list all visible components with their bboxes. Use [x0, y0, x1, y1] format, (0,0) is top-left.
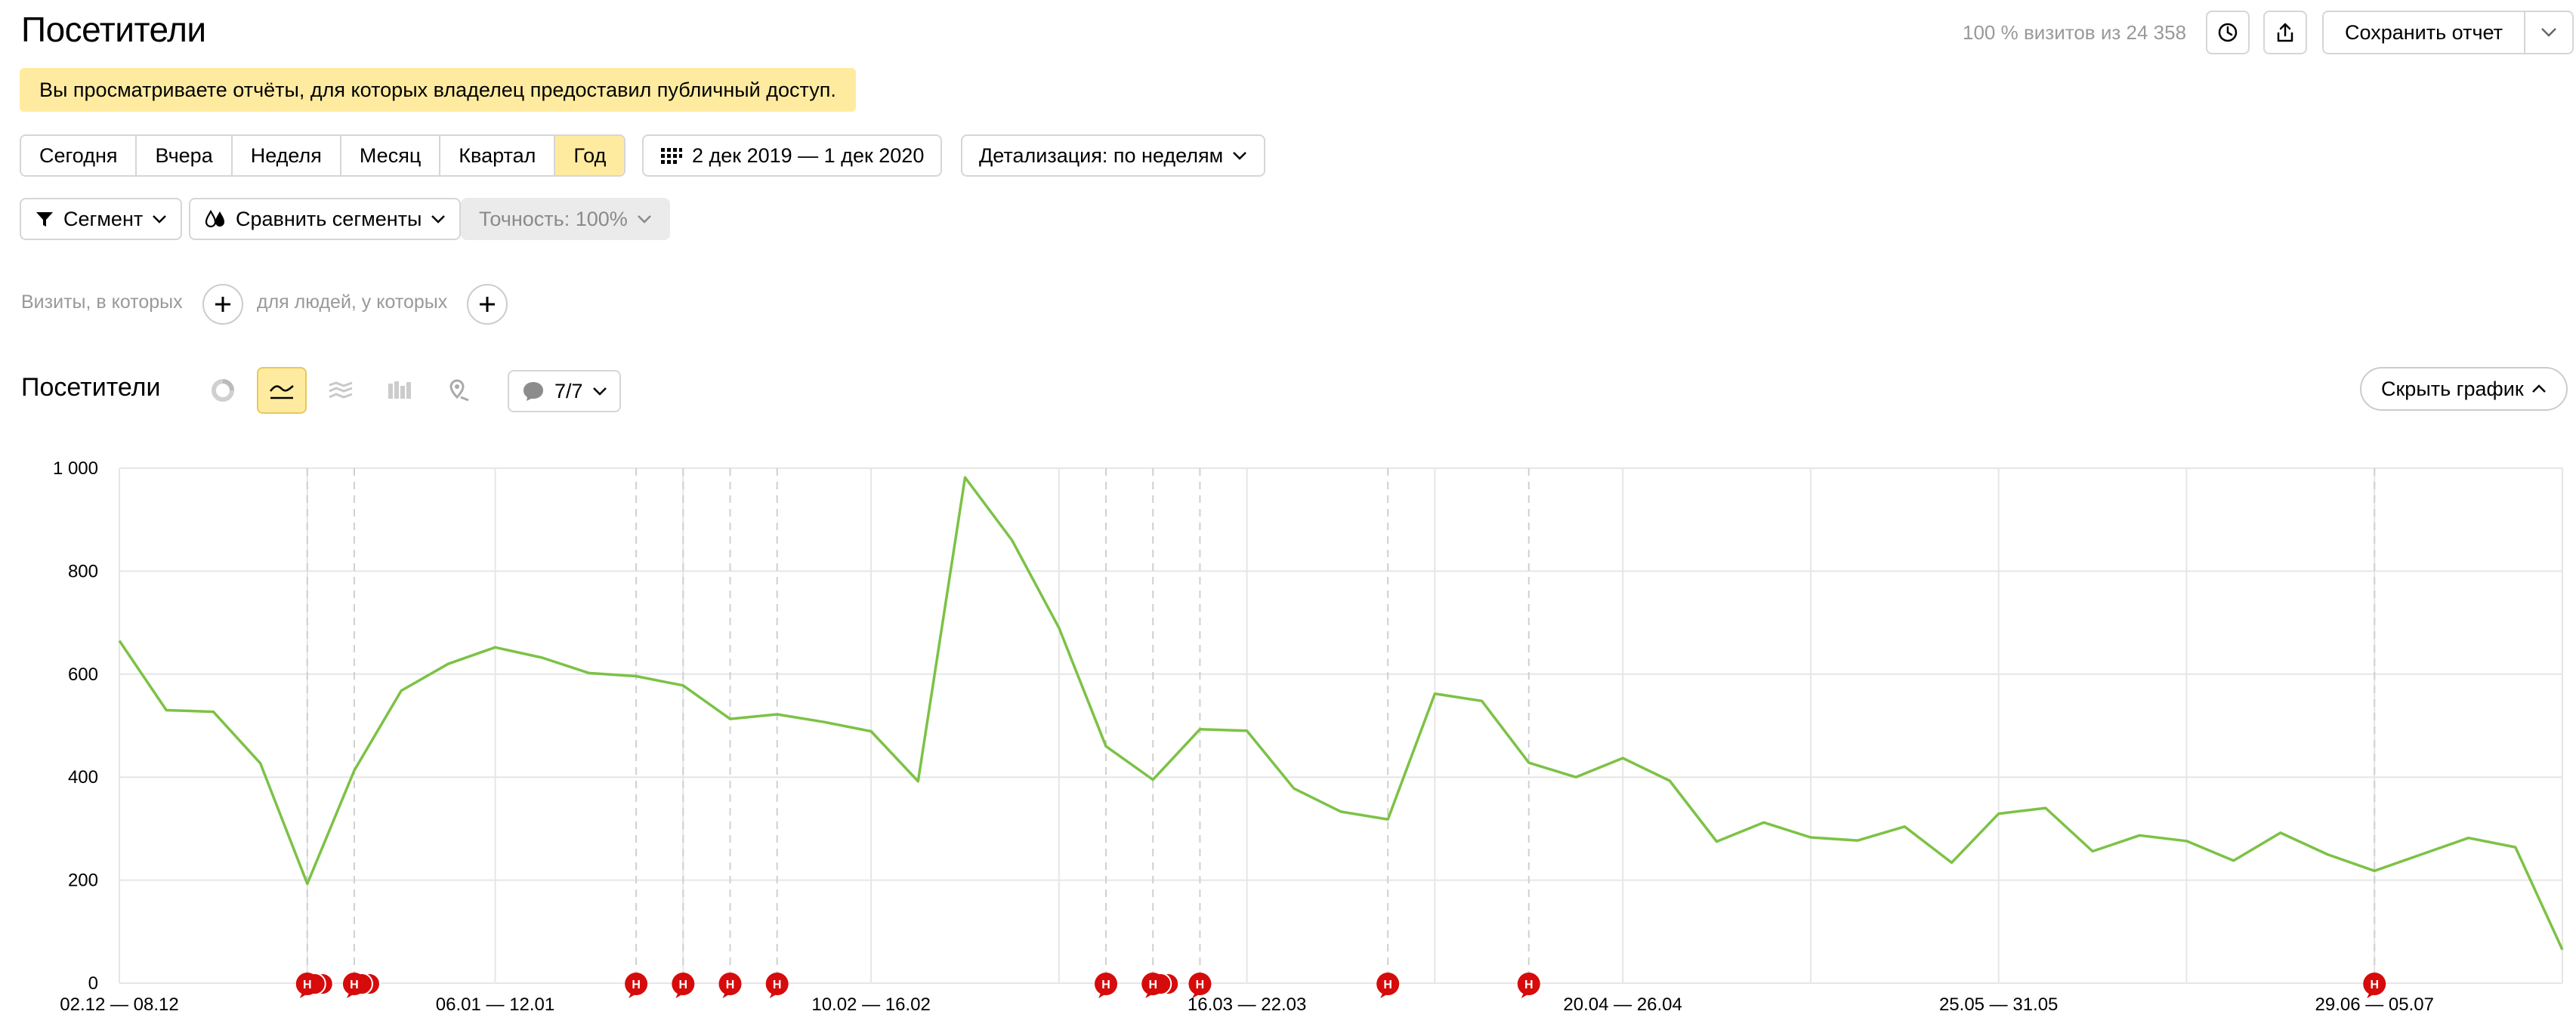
date-range-label: 2 дек 2019 — 1 дек 2020 — [692, 143, 925, 167]
period-quarter-button[interactable]: Квартал — [440, 136, 556, 175]
accuracy-dropdown[interactable]: Точность: 100% — [461, 198, 670, 240]
y-tick-label: 600 — [68, 664, 98, 685]
calendar-grid-icon — [661, 148, 682, 164]
annotations-dropdown[interactable]: 7/7 — [508, 370, 621, 412]
pie-chart-icon — [212, 379, 234, 402]
add-people-condition-button[interactable] — [467, 284, 508, 325]
period-today-button[interactable]: Сегодня — [21, 136, 137, 175]
x-tick-label: 20.04 — 26.04 — [1563, 994, 1682, 1015]
drops-icon — [205, 209, 224, 228]
plus-icon — [480, 297, 495, 312]
history-button[interactable] — [2206, 11, 2250, 54]
x-tick-label: 10.02 — 16.02 — [811, 994, 930, 1015]
add-visit-condition-button[interactable] — [202, 284, 243, 325]
period-year-button[interactable]: Год — [555, 136, 625, 175]
annotation-marker-label: Н — [1148, 979, 1157, 991]
public-access-notice: Вы просматриваете отчёты, для которых вл… — [20, 68, 856, 112]
save-report-group: Сохранить отчет — [2322, 11, 2574, 54]
chevron-down-icon — [637, 215, 651, 224]
accuracy-label: Точность: 100% — [479, 207, 628, 230]
page-title: Посетители — [21, 10, 206, 49]
chart-type-pie[interactable] — [198, 367, 248, 414]
chart-type-area[interactable] — [316, 367, 366, 414]
save-report-button[interactable]: Сохранить отчет — [2324, 12, 2526, 53]
visitors-line-chart: 0 200 400 600 800 1 000 02.12 — 08.12 06.01 — 1… — [53, 458, 2564, 1015]
bar-chart-icon — [388, 381, 411, 399]
visitors-series-line — [118, 476, 2564, 951]
period-week-button[interactable]: Неделя — [232, 136, 341, 175]
period-month-button[interactable]: Месяц — [341, 136, 441, 175]
map-pin-icon — [449, 379, 469, 402]
chevron-down-icon — [2541, 28, 2556, 37]
line-chart-icon — [269, 385, 294, 399]
annotation-marker-label: Н — [303, 979, 312, 991]
y-tick-label: 800 — [68, 561, 98, 581]
annotation-marker-label: Н — [350, 979, 359, 991]
chart-type-map[interactable] — [434, 367, 483, 414]
annotation-marker-label: Н — [1101, 979, 1110, 991]
detail-dropdown[interactable]: Детализация: по неделям — [961, 134, 1266, 177]
date-range-button[interactable]: 2 дек 2019 — 1 дек 2020 — [642, 134, 943, 177]
y-tick-label: 200 — [68, 871, 98, 891]
annotations-count: 7/7 — [554, 379, 583, 402]
filter-icon — [36, 212, 53, 227]
segment-button[interactable]: Сегмент — [20, 198, 183, 240]
chart-section-title: Посетители — [21, 373, 161, 402]
compare-segments-button[interactable]: Сравнить сегменты — [189, 198, 462, 240]
save-report-dropdown[interactable] — [2525, 12, 2572, 53]
visits-summary: 100 % визитов из 24 358 — [1963, 21, 2187, 44]
annotation-marker-label: Н — [1196, 979, 1205, 991]
plus-icon — [215, 297, 230, 312]
comment-icon — [524, 382, 543, 401]
annotation-marker-label: Н — [1524, 979, 1534, 991]
chart-type-bar[interactable] — [375, 367, 425, 414]
x-tick-label: 02.12 — 08.12 — [60, 994, 178, 1015]
chevron-down-icon — [1233, 152, 1247, 160]
detail-label: Детализация: по неделям — [979, 143, 1224, 167]
chart-type-line[interactable] — [257, 367, 307, 414]
x-tick-label: 16.03 — 22.03 — [1188, 994, 1306, 1015]
y-tick-label: 400 — [68, 767, 98, 788]
clock-icon — [2218, 23, 2238, 42]
period-yesterday-button[interactable]: Вчера — [137, 136, 233, 175]
annotation-marker-label: Н — [2370, 979, 2379, 991]
segment-label: Сегмент — [63, 207, 144, 230]
annotation-marker-label: Н — [1383, 979, 1392, 991]
share-button[interactable] — [2263, 11, 2307, 54]
annotation-marker-label: Н — [773, 979, 782, 991]
annotation-marker-label: Н — [726, 979, 735, 991]
annotation-marker-label: Н — [679, 979, 688, 991]
chevron-down-icon — [431, 215, 446, 224]
y-tick-label: 0 — [88, 973, 98, 994]
y-tick-label: 1 000 — [53, 458, 98, 479]
hide-chart-button[interactable]: Скрыть график — [2360, 367, 2568, 411]
hide-chart-label: Скрыть график — [2381, 378, 2524, 400]
annotation-marker-label: Н — [632, 979, 641, 991]
compare-label: Сравнить сегменты — [236, 207, 422, 230]
stacked-area-icon — [329, 381, 353, 399]
visits-filter-label: Визиты, в которых — [21, 291, 183, 313]
period-selector: Сегодня Вчера Неделя Месяц Квартал Год — [20, 134, 626, 177]
x-tick-label: 25.05 — 31.05 — [1939, 994, 2058, 1015]
chevron-up-icon — [2531, 384, 2546, 393]
x-tick-label: 29.06 — 05.07 — [2315, 994, 2434, 1015]
share-icon — [2277, 23, 2293, 42]
x-tick-label: 06.01 — 12.01 — [436, 994, 554, 1015]
chevron-down-icon — [592, 387, 607, 396]
people-filter-label: для людей, у которых — [257, 291, 448, 313]
chevron-down-icon — [153, 215, 167, 224]
